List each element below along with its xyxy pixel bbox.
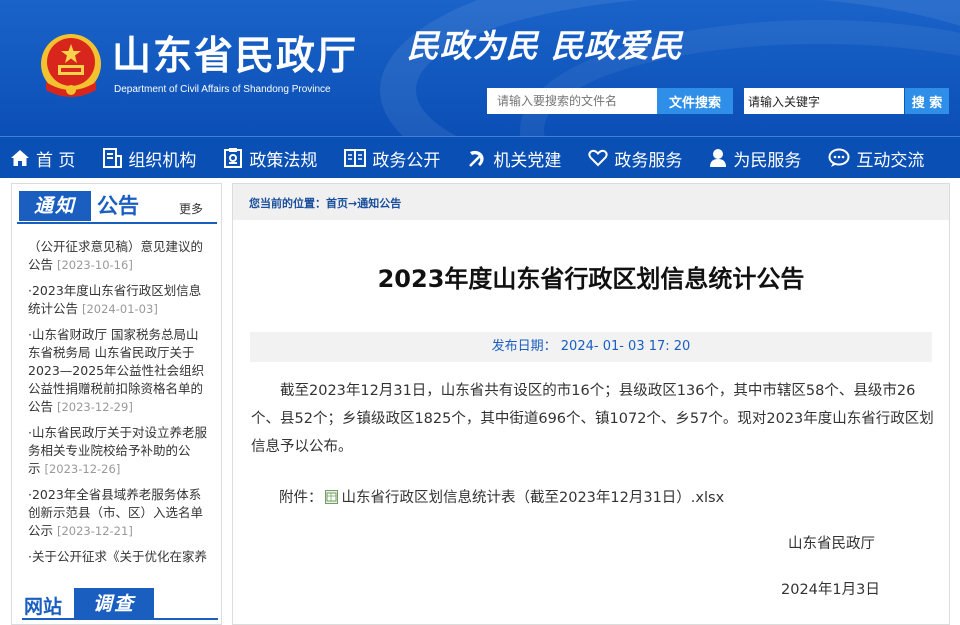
heart-icon (588, 149, 609, 167)
site-header: 山东省民政厅 Department of Civil Affairs of Sh… (0, 0, 960, 136)
nav-item-interact[interactable]: 互动交流 (828, 137, 924, 179)
policy-icon (224, 148, 243, 168)
nav-label: 首 页 (36, 150, 76, 171)
nav-label: 政务公开 (372, 150, 441, 171)
main-nav: 首 页 组织机构 政策法规 政务公开 机关党建 政务服务 为民服务 互动交流 (0, 136, 960, 178)
keyword-search-input[interactable] (744, 88, 904, 114)
list-item[interactable]: （公开征求意见稿）意见建议的 公告 [2023-10-16] (28, 238, 217, 274)
search-button[interactable]: 搜 索 (905, 88, 949, 114)
nav-label: 互动交流 (856, 150, 925, 171)
nav-item-people[interactable]: 为民服务 (709, 137, 801, 179)
notice-date: [2023-12-26] (44, 462, 121, 476)
site-title: 山东省民政厅 (112, 33, 359, 79)
notice-title-cont: 统计公告 (28, 301, 79, 316)
list-item[interactable]: ·关于公开征求《关于优化在家养 (28, 548, 217, 566)
nav-label: 机关党建 (493, 150, 562, 171)
article-title: 2023年度山东省行政区划信息统计公告 (377, 265, 805, 293)
national-emblem-icon (41, 34, 101, 97)
excel-file-icon (324, 489, 338, 504)
publish-date: 发布日期： 2024- 01- 03 17: 20 (250, 332, 932, 362)
notice-title-cont: 东省税务局 山东省民政厅关于 (28, 345, 195, 360)
notice-date: [2023-10-16] (57, 258, 133, 272)
list-item[interactable]: ·2023年全省县域养老服务体系 创新示范县（市、区）入选名单 公示 [2023… (28, 486, 217, 540)
notice-title-cont: 公示 (28, 523, 54, 538)
notice-header: 通知 公告 更多 (17, 188, 217, 224)
attachment-link[interactable]: 山东省行政区划信息统计表（截至2023年12月31日）.xlsx (342, 486, 725, 507)
nav-item-service[interactable]: 政务服务 (588, 137, 682, 179)
nav-label: 组织机构 (128, 150, 197, 171)
person-icon (710, 149, 727, 167)
notice-title: ·山东省财政厅 国家税务总局山 (28, 327, 199, 342)
notice-title-cont: 公告 (28, 399, 54, 414)
slogan: 民政为民 民政爱民 (407, 27, 684, 65)
home-icon (11, 150, 29, 166)
survey-heading: 网站 (24, 596, 63, 618)
notice-title: ·2023年全省县域养老服务体系 (28, 487, 202, 502)
notice-title-cont: 公益性捐赠税前扣除资格名单的 (28, 381, 204, 396)
nav-item-policy[interactable]: 政策法规 (223, 137, 317, 179)
notice-title-cont: 务相关专业院校给予补助的公 (28, 443, 191, 458)
site-subtitle: Department of Civil Affairs of Shandong … (114, 84, 331, 95)
file-search-input[interactable] (487, 88, 657, 114)
notice-title: ·山东省民政厅关于对设立养老服 (28, 425, 207, 440)
nav-item-home[interactable]: 首 页 (10, 137, 75, 179)
notice-heading: 公告 (97, 193, 139, 218)
attachment: 附件： 山东省行政区划信息统计表（截至2023年12月31日）.xlsx (279, 486, 724, 507)
survey-header: 网站 调查 (22, 586, 218, 620)
list-item[interactable]: ·2023年度山东省行政区划信息 统计公告 [2024-01-03] (28, 282, 217, 318)
nav-label: 政务服务 (614, 150, 683, 171)
attachment-label: 附件： (279, 490, 323, 506)
sidebar: 通知 公告 更多 （公开征求意见稿）意见建议的 公告 [2023-10-16] … (11, 183, 222, 625)
nav-label: 为民服务 (733, 150, 802, 171)
notice-list: （公开征求意见稿）意见建议的 公告 [2023-10-16] ·2023年度山东… (28, 238, 217, 574)
chat-icon (828, 148, 850, 167)
nav-item-party[interactable]: 机关党建 (467, 137, 561, 179)
notice-tag: 通知 (19, 191, 91, 221)
sign-date: 2024年1月3日 (781, 582, 880, 598)
nav-label: 政策法规 (249, 150, 318, 171)
notice-title-cont: 公告 (28, 257, 54, 272)
signature: 山东省民政厅 (788, 536, 875, 552)
list-item[interactable]: ·山东省财政厅 国家税务总局山 东省税务局 山东省民政厅关于 2023—2025… (28, 326, 217, 416)
article-body: 截至2023年12月31日，山东省共有设区的市16个；县级政区136个，其中市辖… (251, 383, 934, 455)
notice-date: [2023-12-21] (57, 524, 133, 538)
notice-title-cont: 创新示范县（市、区）入选名单 (28, 505, 204, 520)
file-search-button[interactable]: 文件搜索 (657, 88, 733, 114)
notice-title-cont: 示 (28, 461, 41, 476)
notice-title: ·2023年度山东省行政区划信息 (28, 283, 202, 298)
org-icon (103, 148, 123, 168)
notice-date: [2023-12-29] (57, 400, 133, 414)
notice-date: [2024-01-03] (82, 302, 158, 316)
nav-item-gov-open[interactable]: 政务公开 (344, 137, 440, 179)
notice-title: （公开征求意见稿）意见建议的 (28, 239, 204, 254)
article-panel: 您当前的位置：首页→通知公告 2023年度山东省行政区划信息统计公告 发布日期：… (232, 183, 950, 625)
party-icon (469, 150, 485, 167)
list-item[interactable]: ·山东省民政厅关于对设立养老服 务相关专业院校给予补助的公 示 [2023-12… (28, 424, 217, 478)
nav-item-org[interactable]: 组织机构 (102, 137, 196, 179)
breadcrumb[interactable]: 您当前的位置：首页→通知公告 (233, 184, 949, 220)
notice-title: ·关于公开征求《关于优化在家养 (28, 549, 207, 564)
notice-title-cont: 2023—2025年公益性社会组织 (28, 363, 205, 378)
survey-tag: 调查 (74, 588, 154, 620)
more-link[interactable]: 更多 (179, 200, 203, 217)
book-icon (344, 149, 367, 167)
